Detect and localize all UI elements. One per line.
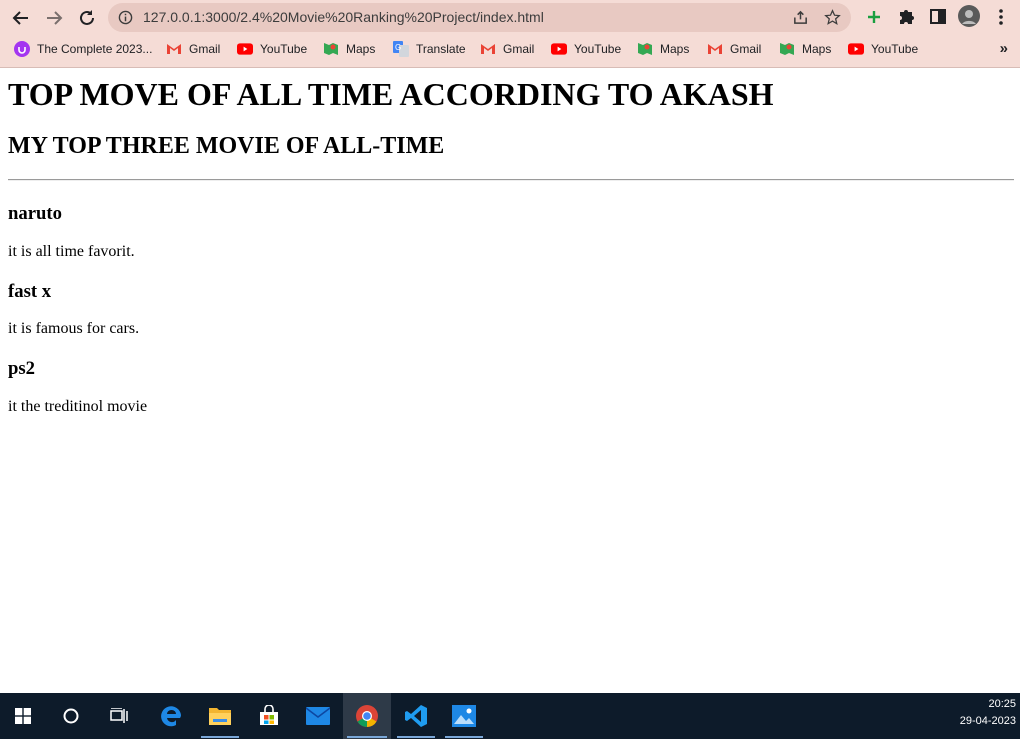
bookmark-label: Gmail [189, 42, 221, 56]
taskbar-app-store[interactable] [246, 693, 292, 739]
back-arrow-icon [12, 11, 28, 25]
page-content: TOP MOVE OF ALL TIME ACCORDING TO AKASH … [0, 68, 1020, 693]
bookmark-item[interactable]: YouTube [848, 35, 918, 63]
file-explorer-icon [209, 708, 231, 725]
bookmark-item[interactable]: YouTube [237, 35, 307, 63]
youtube-icon [551, 41, 567, 57]
bookmark-label: YouTube [871, 42, 919, 56]
taskbar-app-vscode[interactable] [393, 693, 439, 739]
site-info-icon[interactable] [118, 10, 133, 25]
puzzle-icon [900, 10, 914, 24]
bookmark-star-icon[interactable] [824, 9, 841, 26]
bookmark-item[interactable]: G Translate [393, 35, 466, 63]
vscode-icon [405, 705, 427, 727]
divider [8, 179, 1014, 181]
bookmark-item[interactable]: Gmail [480, 35, 534, 63]
running-indicator [347, 736, 387, 738]
start-button[interactable] [0, 693, 46, 739]
bookmark-item[interactable]: YouTube [551, 35, 621, 63]
side-panel-icon [930, 9, 946, 24]
taskbar-search-button[interactable] [48, 693, 94, 739]
udemy-icon [14, 41, 30, 57]
gmail-icon [707, 41, 723, 57]
maps-icon [637, 41, 653, 57]
browser-toolbar: 127.0.0.1:3000/2.4%20Movie%20Ranking%20P… [0, 0, 1020, 35]
bookmark-item[interactable]: Gmail [707, 35, 761, 63]
taskbar-app-photos[interactable] [441, 693, 487, 739]
edge-icon [161, 706, 181, 727]
mail-icon [306, 707, 330, 725]
photos-icon [452, 705, 476, 727]
chrome-menu-button[interactable] [994, 6, 1008, 33]
clock-date: 29-04-2023 [959, 715, 1016, 727]
extension-plus-button[interactable] [865, 6, 883, 33]
url-text[interactable]: 127.0.0.1:3000/2.4%20Movie%20Ranking%20P… [143, 3, 544, 32]
side-panel-button[interactable] [929, 6, 947, 33]
bookmark-label: The Complete 2023... [37, 42, 153, 56]
back-button[interactable] [8, 5, 34, 31]
movie-description: it is all time favorit. [8, 243, 135, 260]
reload-icon [80, 10, 94, 25]
running-indicator [445, 736, 483, 738]
movie-title: fast x [8, 281, 52, 302]
youtube-icon [848, 41, 864, 57]
gmail-icon [480, 41, 496, 57]
taskbar-app-mail[interactable] [295, 693, 341, 739]
bookmark-label: Translate [416, 42, 466, 56]
bookmark-label: Maps [346, 42, 376, 56]
address-bar[interactable]: 127.0.0.1:3000/2.4%20Movie%20Ranking%20P… [108, 3, 851, 32]
reload-button[interactable] [74, 5, 100, 31]
page-title: TOP MOVE OF ALL TIME ACCORDING TO AKASH [8, 76, 774, 112]
bookmark-label: YouTube [260, 42, 308, 56]
running-indicator [397, 736, 435, 738]
chrome-icon [356, 705, 378, 727]
translate-icon: G [393, 41, 409, 57]
profile-button[interactable] [958, 5, 980, 32]
store-icon [260, 705, 278, 725]
taskbar-app-edge[interactable] [148, 693, 194, 739]
gmail-icon [166, 41, 182, 57]
movie-title: naruto [8, 203, 62, 224]
bookmark-item[interactable]: The Complete 2023... [14, 35, 152, 63]
avatar [958, 5, 980, 27]
bookmark-item[interactable]: Gmail [166, 35, 220, 63]
svg-text:G: G [395, 43, 401, 52]
forward-button[interactable] [41, 5, 67, 31]
share-icon[interactable] [792, 9, 809, 26]
bookmarks-bar: The Complete 2023... Gmail YouTube Maps … [0, 35, 1020, 68]
forward-arrow-icon [47, 11, 63, 25]
youtube-icon [237, 41, 253, 57]
bookmark-label: Gmail [730, 42, 762, 56]
movie-title: ps2 [8, 358, 36, 379]
plus-icon [868, 11, 880, 23]
taskbar-app-chrome[interactable] [343, 693, 391, 739]
bookmark-item[interactable]: Maps [637, 35, 689, 63]
bookmarks-overflow-button[interactable]: » [1000, 40, 1008, 57]
windows-taskbar: 20:25 29-04-2023 [0, 693, 1020, 739]
bookmark-item[interactable]: Maps [323, 35, 375, 63]
extensions-button[interactable] [897, 6, 915, 33]
task-view-button[interactable] [96, 693, 142, 739]
taskbar-app-file-explorer[interactable] [197, 693, 243, 739]
page-subtitle: MY TOP THREE MOVIE OF ALL-TIME [8, 133, 445, 159]
bookmark-label: Maps [660, 42, 690, 56]
bookmark-item[interactable]: Maps [779, 35, 831, 63]
bookmark-label: YouTube [574, 42, 622, 56]
maps-icon [779, 41, 795, 57]
bookmark-label: Maps [802, 42, 832, 56]
bookmark-label: Gmail [503, 42, 535, 56]
running-indicator [201, 736, 239, 738]
kebab-menu-icon [999, 9, 1003, 25]
task-view-icon [110, 708, 128, 723]
movie-description: it is famous for cars. [8, 320, 140, 337]
system-clock[interactable]: 20:25 29-04-2023 [960, 696, 1016, 730]
clock-time: 20:25 [988, 698, 1016, 710]
maps-icon [323, 41, 339, 57]
windows-start-icon [15, 708, 31, 724]
movie-description: it the treditinol movie [8, 398, 148, 415]
search-icon [63, 708, 79, 724]
